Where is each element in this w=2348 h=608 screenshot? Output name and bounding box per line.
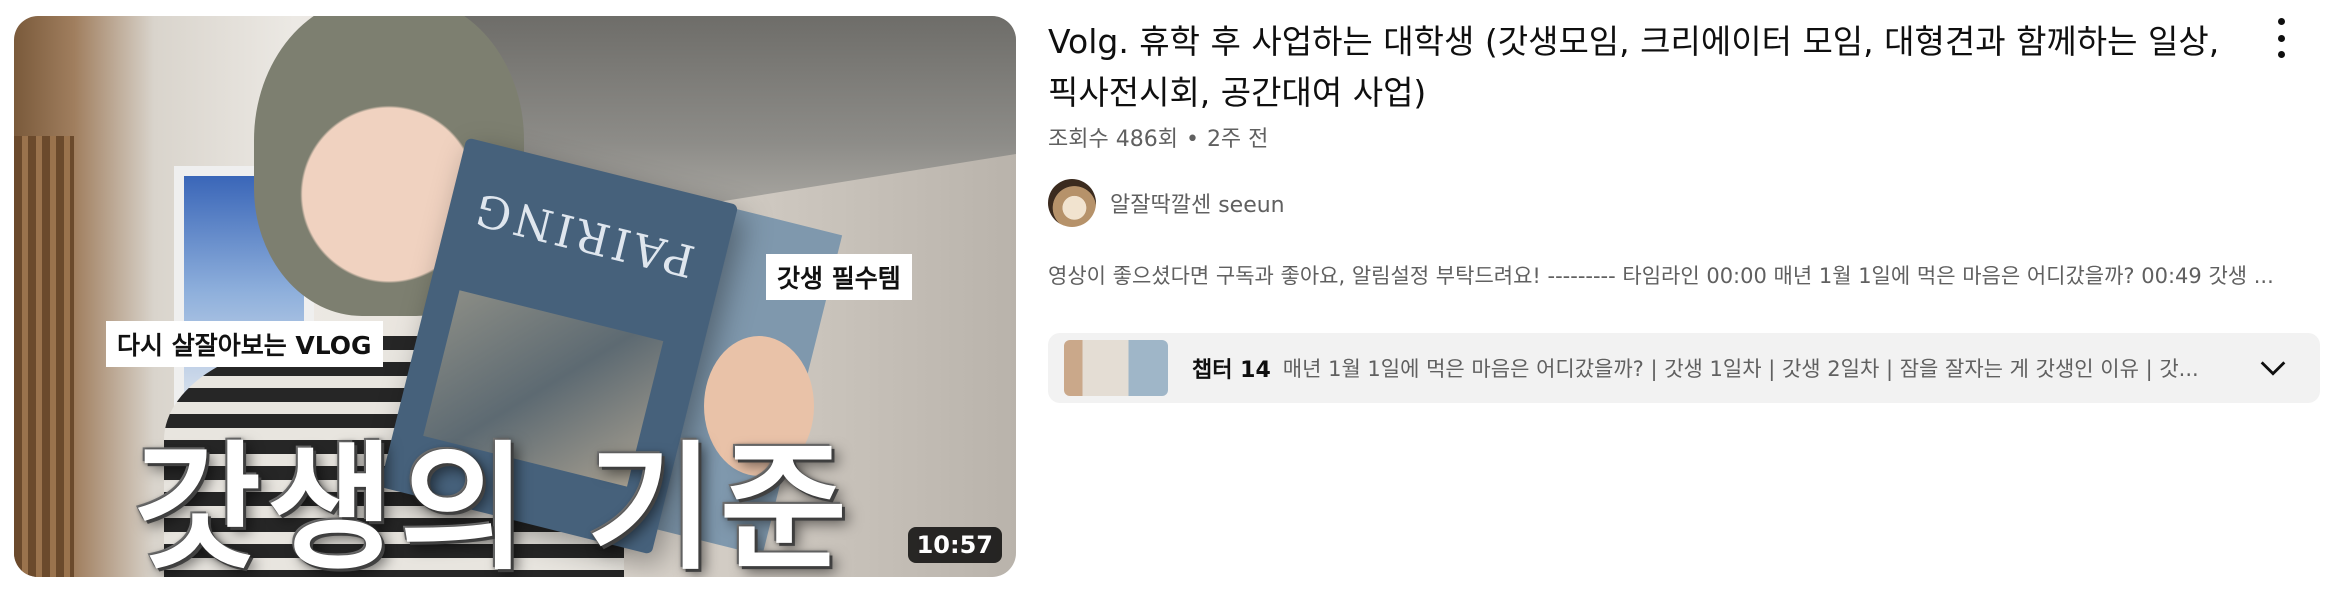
chevron-down-icon[interactable] (2256, 351, 2290, 385)
thumbnail-background-wall (14, 136, 74, 577)
video-title[interactable]: Volg. 휴학 후 사업하는 대학생 (갓생모임, 크리에이터 모임, 대형견… (1048, 16, 2248, 118)
thumbnail-overlay-label-left: 다시 살잘아보는 VLOG (106, 321, 383, 367)
upload-age: 2주 전 (1206, 127, 1269, 152)
channel-link[interactable]: 알잘딱깔센 seeun (1048, 178, 1285, 228)
duration-badge: 10:57 (907, 527, 1002, 563)
video-metadata: 조회수 486회 • 2주 전 (1048, 121, 1268, 153)
thumbnail-book-title: PAIRING (467, 181, 700, 287)
channel-avatar[interactable] (1048, 179, 1096, 227)
kebab-dot (2277, 51, 2285, 58)
channel-name[interactable]: 알잘딱깔센 seeun (1110, 187, 1285, 219)
thumbnail-overlay-label-top: 갓생 필수템 (766, 254, 912, 300)
video-thumbnail[interactable]: PAIRING 갓생 필수템 다시 살잘아보는 VLOG 갓생의 기준 10:5… (14, 16, 1016, 577)
chapters-bar[interactable]: 챕터 14 매년 1월 1일에 먹은 마음은 어디갔을까? | 갓생 1일차 |… (1048, 333, 2320, 403)
chapter-thumbnail (1064, 340, 1168, 396)
kebab-dot (2277, 34, 2285, 42)
video-description-snippet: 영상이 좋으셨다면 구독과 좋아요, 알림설정 부탁드려요! ---------… (1048, 264, 2274, 288)
more-vert-icon[interactable] (2266, 18, 2296, 58)
kebab-dot (2277, 18, 2285, 25)
view-count: 조회수 486회 (1048, 127, 1178, 152)
metadata-separator: • (1185, 127, 1199, 152)
chapters-count-label: 챕터 14 (1192, 358, 1271, 383)
chapters-list-text: 매년 1월 1일에 먹은 마음은 어디갔을까? | 갓생 1일차 | 갓생 2일… (1282, 357, 2199, 381)
thumbnail-big-title: 갓생의 기준 (134, 428, 853, 577)
